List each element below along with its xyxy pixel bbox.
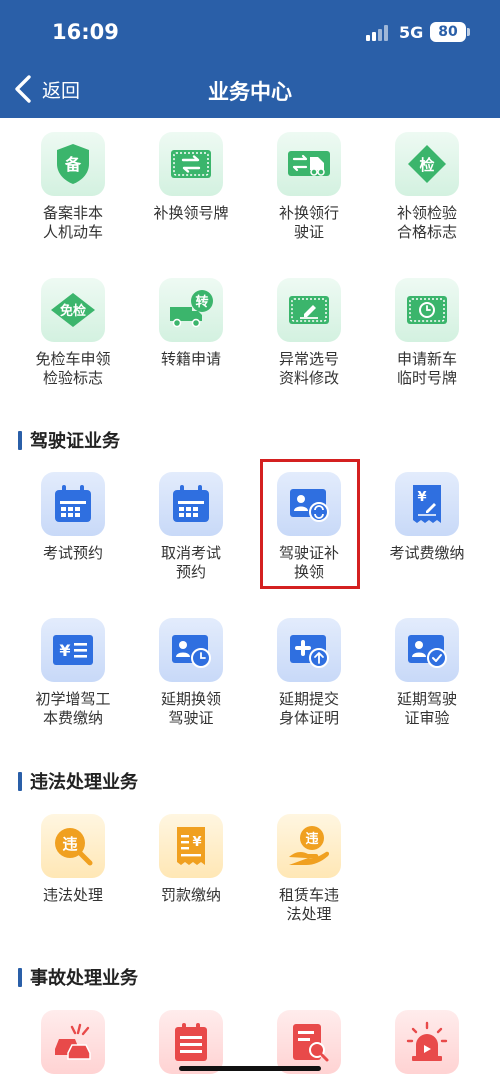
- receipt-glyph: ¥: [417, 490, 426, 505]
- vehicle-label-7: 申请新车 临时号牌: [396, 350, 457, 387]
- plate-clock-icon: [395, 278, 459, 342]
- service-grid: 备 备案非本 人机动车 补换领号牌 补换领行 驶证 检 补领检验 合格标志 免检 免检…: [0, 118, 500, 1082]
- vehicle-label-5: 转籍申请: [160, 350, 221, 368]
- vehicle-label-3: 补领检验 合格标志: [396, 204, 457, 241]
- battery-icon: 80: [430, 22, 466, 42]
- license-item-1[interactable]: 取消考试 预约: [132, 472, 250, 582]
- license-label-6: 延期提交 身体证明: [278, 690, 339, 727]
- license-item-3[interactable]: ¥ 考试费缴纳: [368, 472, 486, 563]
- vehicle-label-4: 免检车申领 检验标志: [35, 350, 111, 387]
- fine-receipt-icon: ¥: [159, 814, 223, 878]
- vehicle-label-0: 备案非本 人机动车: [42, 204, 103, 241]
- shield-glyph: 备: [64, 155, 82, 174]
- document-search-icon: [277, 1010, 341, 1074]
- yuan-list-icon: ¥: [41, 618, 105, 682]
- fee-glyph: ¥: [59, 641, 70, 660]
- violation-item-0[interactable]: 违 违法处理: [14, 814, 132, 905]
- license-plate-swap-icon: [159, 132, 223, 196]
- violation-item-1[interactable]: ¥ 罚款缴纳: [132, 814, 250, 905]
- vehicle-item-2[interactable]: 补换领行 驶证: [250, 132, 368, 242]
- license-item-7[interactable]: 延期驾驶 证审验: [368, 618, 486, 728]
- accident-item-3[interactable]: [368, 1010, 486, 1074]
- license-item-4[interactable]: ¥ 初学增驾工 本费缴纳: [14, 618, 132, 728]
- vehicle-item-3[interactable]: 检 补领检验 合格标志: [368, 132, 486, 242]
- id-card-check-icon: [395, 618, 459, 682]
- page-title: 业务中心: [208, 80, 292, 104]
- accident-item-0[interactable]: [14, 1010, 132, 1074]
- license-label-1: 取消考试 预约: [160, 544, 221, 581]
- signal-icon: [366, 25, 390, 41]
- vehicle-item-7[interactable]: 申请新车 临时号牌: [368, 278, 486, 388]
- section-license-title: 驾驶证业务: [30, 431, 120, 452]
- violation-label-2: 租赁车违 法处理: [278, 886, 339, 923]
- license-item-6[interactable]: 延期提交 身体证明: [250, 618, 368, 728]
- violation-label-1: 罚款缴纳: [160, 886, 221, 904]
- highlight-box: [260, 459, 360, 589]
- exempt-diamond-icon: 免检: [41, 278, 105, 342]
- license-label-3: 考试费缴纳: [389, 544, 465, 562]
- section-license: 驾驶证业务: [18, 429, 120, 452]
- calendar-icon: [159, 472, 223, 536]
- shield-icon: 备: [41, 132, 105, 196]
- vehicle-item-6[interactable]: 异常选号 资料修改: [250, 278, 368, 388]
- rental-glyph: 违: [305, 831, 318, 847]
- exempt-glyph: 免检: [60, 303, 86, 319]
- id-card-clock-icon: [159, 618, 223, 682]
- license-item-5[interactable]: 延期换领 驾驶证: [132, 618, 250, 728]
- vehicle-label-1: 补换领号牌: [153, 204, 229, 222]
- status-time: 16:09: [52, 20, 119, 44]
- plate-edit-icon: [277, 278, 341, 342]
- truck-swap-icon: [277, 132, 341, 196]
- section-accident: 事故处理业务: [18, 966, 138, 989]
- nav-bar: 返回 业务中心: [0, 62, 500, 118]
- truck-transfer-icon: 转: [159, 278, 223, 342]
- violation-search-icon: 违: [41, 814, 105, 878]
- receipt-yuan-icon: ¥: [395, 472, 459, 536]
- section-violation-title: 违法处理业务: [30, 772, 138, 793]
- status-bar: 16:09 5G 80: [0, 0, 500, 62]
- vehicle-item-1[interactable]: 补换领号牌: [132, 132, 250, 223]
- vehicle-item-5[interactable]: 转 转籍申请: [132, 278, 250, 369]
- violation-item-2[interactable]: 违 租赁车违 法处理: [250, 814, 368, 924]
- accident-report-icon: [159, 1010, 223, 1074]
- medical-upload-icon: [277, 618, 341, 682]
- license-label-4: 初学增驾工 本费缴纳: [35, 690, 111, 727]
- fine-glyph: ¥: [192, 835, 201, 850]
- home-indicator[interactable]: [179, 1066, 321, 1071]
- calendar-icon: [41, 472, 105, 536]
- license-item-0[interactable]: 考试预约: [14, 472, 132, 563]
- vehicle-item-0[interactable]: 备 备案非本 人机动车: [14, 132, 132, 242]
- inspection-glyph: 检: [419, 156, 434, 174]
- accident-item-1[interactable]: [132, 1010, 250, 1074]
- vehicle-item-4[interactable]: 免检 免检车申领 检验标志: [14, 278, 132, 388]
- app-header: 16:09 5G 80 返回 业务中心: [0, 0, 500, 118]
- transfer-glyph: 转: [195, 294, 208, 310]
- license-label-0: 考试预约: [42, 544, 103, 562]
- hand-violation-icon: 违: [277, 814, 341, 878]
- vehicle-label-2: 补换领行 驶证: [278, 204, 339, 241]
- network-type: 5G: [399, 23, 424, 42]
- violation-label-0: 违法处理: [42, 886, 103, 904]
- battery-cap: [467, 28, 470, 36]
- alarm-light-icon: [395, 1010, 459, 1074]
- accident-item-2[interactable]: [250, 1010, 368, 1074]
- section-bar: [18, 771, 22, 791]
- section-violation: 违法处理业务: [18, 770, 138, 793]
- violation-glyph: 违: [62, 835, 77, 853]
- license-label-7: 延期驾驶 证审验: [396, 690, 457, 727]
- license-label-5: 延期换领 驾驶证: [160, 690, 221, 727]
- vehicle-label-6: 异常选号 资料修改: [278, 350, 339, 387]
- car-crash-icon: [41, 1010, 105, 1074]
- section-accident-title: 事故处理业务: [30, 968, 138, 989]
- section-bar: [18, 967, 22, 987]
- section-bar: [18, 430, 22, 450]
- inspection-diamond-icon: 检: [395, 132, 459, 196]
